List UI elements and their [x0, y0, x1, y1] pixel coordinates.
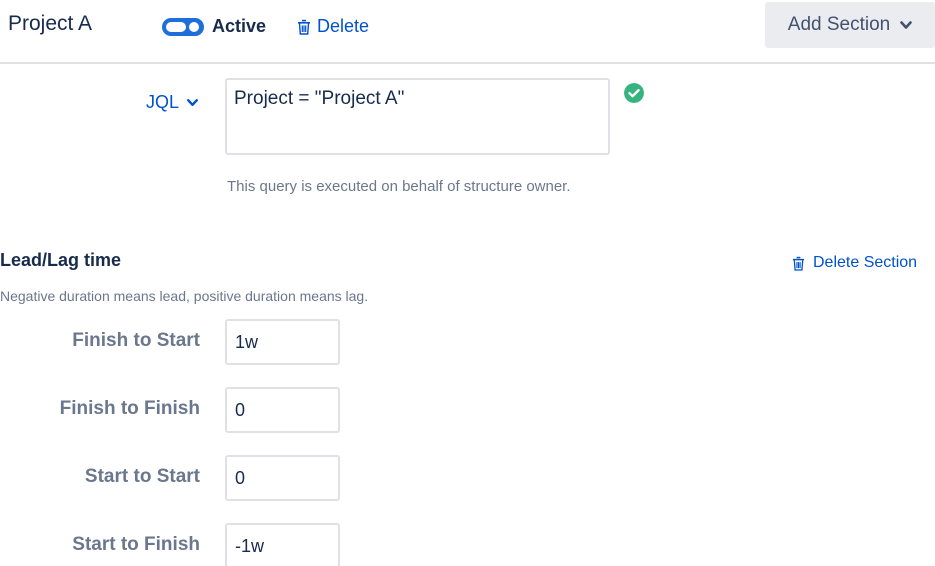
finish-to-finish-input[interactable]: [225, 387, 340, 433]
start-to-finish-input[interactable]: [225, 523, 340, 566]
header-divider: [0, 62, 935, 64]
delete-section-button[interactable]: Delete Section: [792, 254, 917, 272]
start-to-start-input[interactable]: [225, 455, 340, 501]
finish-to-start-input[interactable]: [225, 319, 340, 365]
page: Project A Active Delete Add Section JQL …: [0, 0, 935, 566]
jql-hint: This query is executed on behalf of stru…: [227, 178, 571, 195]
start-to-start-label: Start to Start: [84, 466, 200, 487]
delete-section-label: Delete Section: [813, 254, 918, 271]
jql-label: JQL: [146, 92, 180, 112]
jql-query-input[interactable]: Project = "Project A": [225, 78, 610, 155]
jql-type-dropdown[interactable]: JQL: [146, 92, 198, 113]
trash-icon: [792, 256, 805, 271]
add-section-label: Add Section: [787, 14, 891, 35]
check-circle-icon: [624, 83, 644, 103]
chevron-down-icon: [187, 98, 198, 106]
active-label: Active: [212, 16, 267, 36]
section-description: Negative duration means lead, positive d…: [0, 288, 369, 304]
add-section-button[interactable]: Add Section: [765, 2, 935, 48]
structure-title: Project A: [8, 12, 93, 35]
finish-to-start-label: Finish to Start: [72, 330, 200, 351]
section-title: Lead/Lag time: [0, 250, 122, 270]
trash-icon: [298, 19, 310, 35]
finish-to-finish-label: Finish to Finish: [59, 398, 200, 419]
delete-label: Delete: [317, 16, 370, 36]
start-to-finish-label: Start to Finish: [72, 534, 200, 555]
active-toggle[interactable]: [162, 18, 204, 36]
toggle-knob: [189, 22, 199, 32]
delete-button[interactable]: Delete: [297, 16, 369, 37]
chevron-down-icon: [900, 20, 913, 29]
